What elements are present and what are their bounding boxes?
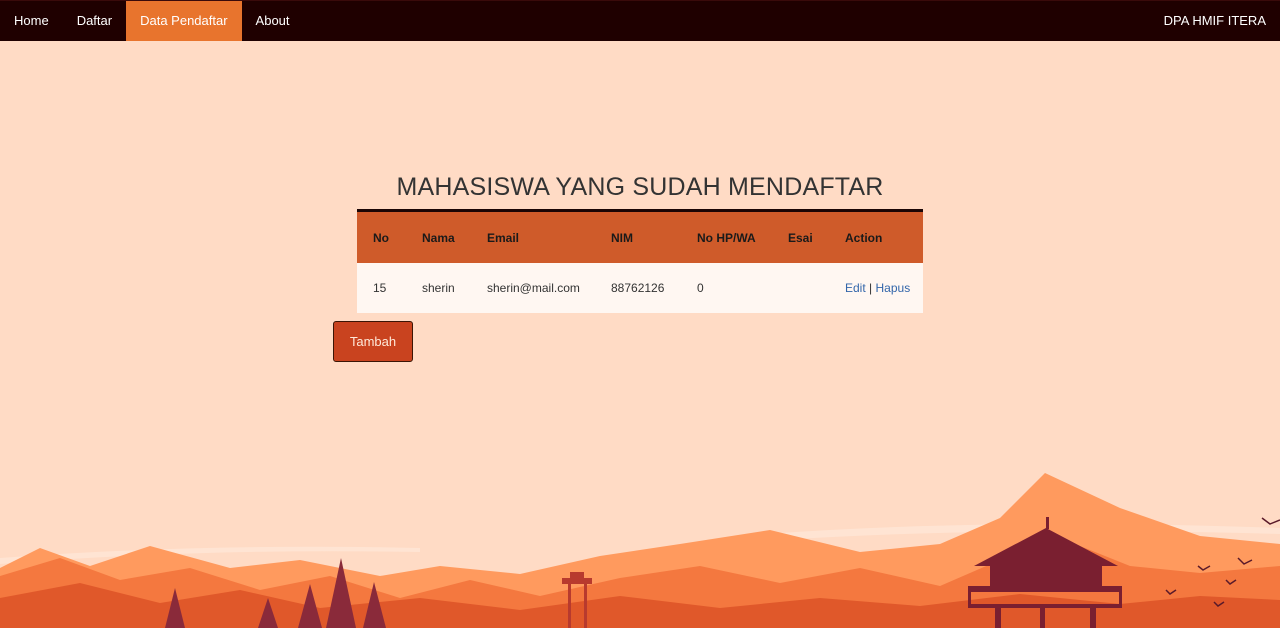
header-action: Action <box>845 230 883 245</box>
cell-no: 15 <box>373 281 387 295</box>
cell-no-hp: 0 <box>697 281 704 295</box>
header-nim: NIM <box>611 230 633 245</box>
edit-link[interactable]: Edit <box>845 281 866 295</box>
header-esai: Esai <box>788 230 813 245</box>
header-email: Email <box>487 230 520 245</box>
nav-link-daftar[interactable]: Daftar <box>63 1 126 41</box>
nav-links: Home Daftar Data Pendaftar About <box>0 1 304 41</box>
registrants-table: No Nama Email NIM No HP/WA Esai Action 1… <box>357 212 923 313</box>
registrants-table-wrapper: No Nama Email NIM No HP/WA Esai Action 1… <box>357 209 923 313</box>
page-title: MAHASISWA YANG SUDAH MENDAFTAR <box>396 173 884 201</box>
cell-action: Edit | Hapus <box>829 263 923 313</box>
header-no: No <box>373 230 389 245</box>
cell-nama: sherin <box>422 281 455 295</box>
cell-email: sherin@mail.com <box>487 281 580 295</box>
action-separator: | <box>869 281 873 295</box>
tambah-button[interactable]: Tambah <box>333 321 413 362</box>
header-nama: Nama <box>422 230 455 245</box>
cell-nim: 88762126 <box>611 281 665 295</box>
table-row: 15 sherin sherin@mail.com 88762126 0 Edi… <box>357 263 923 313</box>
hapus-link[interactable]: Hapus <box>876 281 911 295</box>
table-header-row: No Nama Email NIM No HP/WA Esai Action <box>357 212 923 263</box>
top-navbar: Home Daftar Data Pendaftar About DPA HMI… <box>0 0 1280 41</box>
brand-link[interactable]: DPA HMIF ITERA <box>1164 1 1266 41</box>
header-no-hp: No HP/WA <box>697 230 756 245</box>
cell-esai <box>772 263 829 313</box>
mountain-landscape-illustration <box>0 473 1280 628</box>
nav-link-data-pendaftar[interactable]: Data Pendaftar <box>126 1 242 41</box>
nav-link-home[interactable]: Home <box>0 1 63 41</box>
nav-link-about[interactable]: About <box>242 1 304 41</box>
